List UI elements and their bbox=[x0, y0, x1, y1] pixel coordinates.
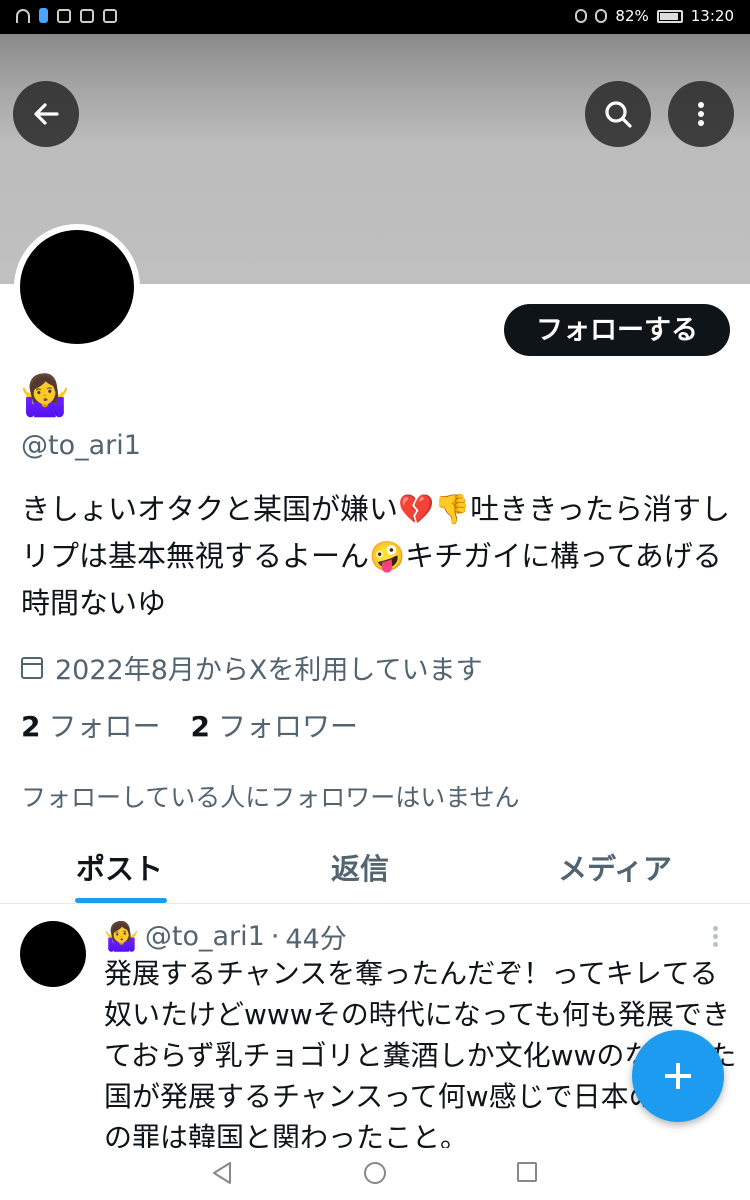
status-icons-right: 82% 13:20 bbox=[575, 7, 734, 25]
wifi-icon bbox=[16, 8, 30, 23]
back-button[interactable] bbox=[13, 81, 79, 147]
search-button[interactable] bbox=[585, 81, 651, 147]
following-count: 2 bbox=[21, 710, 41, 743]
battery-saver-icon bbox=[39, 8, 48, 23]
search-icon bbox=[605, 101, 632, 128]
play-icon bbox=[80, 8, 94, 23]
followers-label: フォロワー bbox=[217, 710, 358, 743]
post-author-name: 🤷‍♀️ bbox=[104, 920, 139, 953]
post-time: 44分 bbox=[285, 924, 347, 955]
followers-link[interactable]: 2 フォロワー bbox=[191, 705, 359, 745]
post-author-handle: @to_ari1 bbox=[144, 921, 265, 952]
joined-date: 2022年8月からXを利用しています bbox=[21, 648, 483, 687]
active-tab-indicator bbox=[75, 898, 167, 903]
mutual-followers-note: フォローしている人にフォロワーはいません bbox=[21, 783, 520, 812]
compose-post-button[interactable] bbox=[632, 1030, 724, 1122]
display-name: 🤷‍♀️ bbox=[20, 373, 70, 419]
battery-icon bbox=[656, 9, 683, 23]
post-item[interactable]: 🤷‍♀️ @to_ari1 · 44分 発展するチャンスを奪ったんだぞ！ってキレ… bbox=[0, 905, 750, 1155]
profile-handle: @to_ari1 bbox=[21, 430, 141, 461]
follow-button[interactable]: フォローする bbox=[504, 304, 730, 356]
post-avatar[interactable] bbox=[20, 921, 86, 987]
joined-text: 2022年8月からXを利用しています bbox=[55, 655, 483, 686]
nav-home-icon[interactable] bbox=[364, 1162, 386, 1184]
followers-count: 2 bbox=[190, 710, 210, 743]
clock: 13:20 bbox=[690, 7, 734, 25]
tab-posts[interactable]: ポスト bbox=[76, 846, 163, 888]
bluetooth-icon bbox=[575, 9, 588, 23]
more-options-button[interactable] bbox=[668, 81, 734, 147]
status-icons-left bbox=[16, 8, 117, 23]
download-icon bbox=[103, 8, 117, 23]
nav-back-icon[interactable] bbox=[210, 1160, 234, 1186]
system-nav-bar bbox=[0, 1148, 750, 1200]
profile-tabs: ポスト 返信 メディア bbox=[0, 836, 750, 904]
calendar-icon bbox=[21, 656, 43, 679]
mute-icon bbox=[595, 9, 608, 23]
image-icon bbox=[57, 8, 71, 23]
profile-avatar[interactable] bbox=[14, 224, 140, 350]
post-separator: · bbox=[270, 921, 280, 952]
tab-replies[interactable]: 返信 bbox=[331, 846, 389, 888]
post-header: 🤷‍♀️ @to_ari1 · 44分 bbox=[104, 917, 347, 956]
tab-media[interactable]: メディア bbox=[558, 846, 672, 888]
status-bar: 82% 13:20 bbox=[0, 0, 750, 34]
post-more-button[interactable] bbox=[710, 923, 720, 953]
profile-bio: きしょいオタクと某国が嫌い💔👎吐ききったら消すしリプは基本無視するよーん🤪キチガ… bbox=[21, 492, 731, 620]
more-vertical-icon bbox=[698, 102, 704, 126]
follow-counts: 2 フォロー 2 フォロワー bbox=[21, 705, 358, 745]
following-label: フォロー bbox=[48, 710, 161, 743]
battery-percent: 82% bbox=[615, 7, 649, 25]
following-link[interactable]: 2 フォロー bbox=[21, 705, 161, 745]
arrow-left-icon bbox=[34, 103, 59, 125]
nav-recents-icon[interactable] bbox=[517, 1162, 537, 1182]
